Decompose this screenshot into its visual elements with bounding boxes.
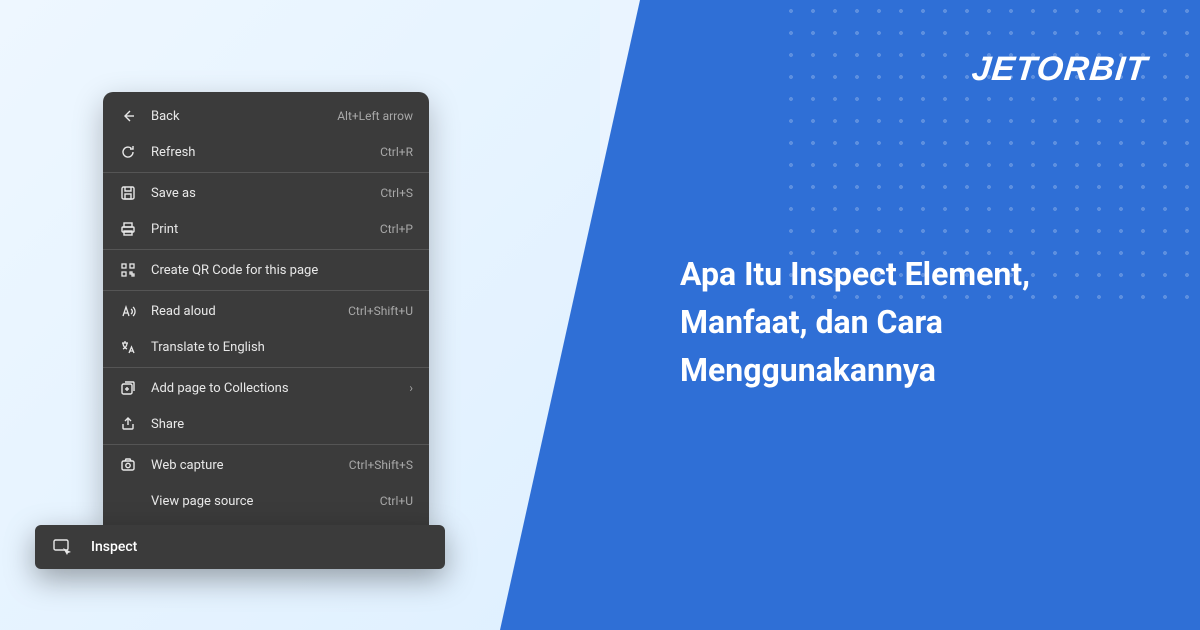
qr-icon <box>119 261 137 279</box>
menu-item-label: Share <box>151 417 413 432</box>
menu-item-print[interactable]: PrintCtrl+P <box>103 211 429 247</box>
menu-item-collections[interactable]: Add page to Collections› <box>103 370 429 406</box>
menu-item-shortcut: Alt+Left arrow <box>337 109 413 123</box>
menu-item-web-capture[interactable]: Web captureCtrl+Shift+S <box>103 447 429 483</box>
refresh-icon <box>119 143 137 161</box>
inspect-label: Inspect <box>91 539 137 555</box>
none-icon <box>119 492 137 510</box>
menu-item-back[interactable]: BackAlt+Left arrow <box>103 98 429 134</box>
menu-item-read-aloud[interactable]: Read aloudCtrl+Shift+U <box>103 293 429 329</box>
menu-item-refresh[interactable]: RefreshCtrl+R <box>103 134 429 170</box>
brand-logo: JETORBIT <box>970 50 1150 89</box>
menu-separator <box>103 249 429 250</box>
menu-item-label: Translate to English <box>151 340 413 355</box>
context-menu[interactable]: BackAlt+Left arrowRefreshCtrl+RSave asCt… <box>103 92 429 525</box>
inspect-menu-item[interactable]: Inspect <box>35 525 445 569</box>
menu-item-shortcut: Ctrl+P <box>380 222 413 236</box>
menu-item-label: Create QR Code for this page <box>151 263 413 278</box>
menu-item-qr[interactable]: Create QR Code for this page <box>103 252 429 288</box>
menu-item-share[interactable]: Share <box>103 406 429 442</box>
menu-item-shortcut: Ctrl+Shift+U <box>348 304 413 318</box>
translate-icon <box>119 338 137 356</box>
save-icon <box>119 184 137 202</box>
menu-item-label: Read aloud <box>151 304 348 319</box>
share-icon <box>119 415 137 433</box>
menu-item-label: View page source <box>151 494 380 509</box>
menu-item-label: Add page to Collections <box>151 381 409 396</box>
inspect-icon <box>53 538 73 556</box>
menu-separator <box>103 367 429 368</box>
menu-item-label: Save as <box>151 186 380 201</box>
menu-separator <box>103 172 429 173</box>
menu-item-none[interactable]: View page sourceCtrl+U <box>103 483 429 519</box>
menu-item-label: Print <box>151 222 380 237</box>
menu-item-translate[interactable]: Translate to English <box>103 329 429 365</box>
menu-item-label: Web capture <box>151 458 349 473</box>
chevron-right-icon: › <box>409 381 413 395</box>
context-menu-container: BackAlt+Left arrowRefreshCtrl+RSave asCt… <box>35 92 445 569</box>
read-aloud-icon <box>119 302 137 320</box>
menu-item-shortcut: Ctrl+R <box>380 145 413 159</box>
print-icon <box>119 220 137 238</box>
menu-item-label: Refresh <box>151 145 380 160</box>
menu-separator <box>103 290 429 291</box>
menu-item-shortcut: Ctrl+S <box>380 186 413 200</box>
back-icon <box>119 107 137 125</box>
collections-icon <box>119 379 137 397</box>
menu-separator <box>103 444 429 445</box>
web-capture-icon <box>119 456 137 474</box>
menu-item-label: Back <box>151 109 337 124</box>
page-title: Apa Itu Inspect Element, Manfaat, dan Ca… <box>680 250 1140 394</box>
menu-item-save[interactable]: Save asCtrl+S <box>103 175 429 211</box>
menu-item-shortcut: Ctrl+Shift+S <box>349 458 413 472</box>
menu-item-shortcut: Ctrl+U <box>380 494 413 508</box>
